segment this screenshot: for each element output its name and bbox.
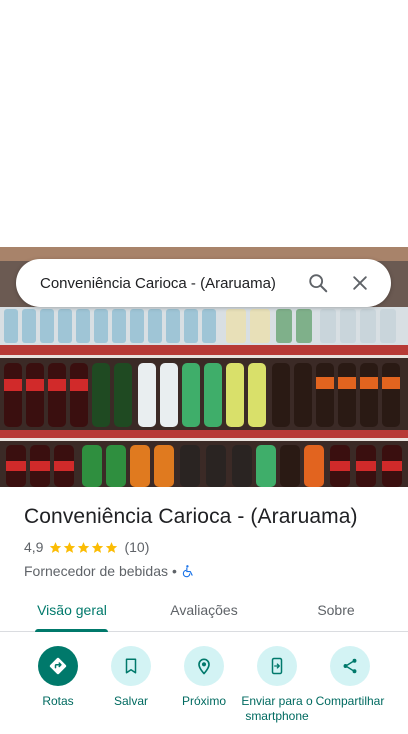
nearby-icon	[198, 658, 210, 675]
maps-place-page: Conveniência Carioca - (Araruama) Conven…	[0, 0, 408, 734]
review-count: (10)	[124, 539, 150, 555]
rating-stars	[49, 541, 119, 554]
search-bar[interactable]: Conveniência Carioca - (Araruama)	[16, 259, 391, 307]
close-icon	[353, 276, 367, 290]
directions-icon	[49, 657, 67, 675]
place-title: Conveniência Carioca - (Araruama)	[24, 505, 358, 528]
star-icon	[92, 541, 104, 553]
search-icon	[309, 274, 328, 293]
wheelchair-icon	[182, 565, 193, 578]
action-bar: Rotas Salvar Próximo Enviar para o smart…	[0, 646, 408, 734]
tab-overview[interactable]: Visão geral	[24, 588, 120, 632]
star-icon	[78, 541, 90, 553]
category-row: Fornecedor de bebidas •	[24, 563, 394, 579]
star-icon	[50, 541, 62, 553]
send-to-phone-button-circle	[257, 646, 297, 686]
separator-dot: •	[172, 563, 177, 579]
nearby-label: Próximo	[181, 694, 226, 708]
tab-about-label: Sobre	[317, 602, 355, 618]
tab-reviews-label: Avaliações	[170, 602, 238, 618]
tab-bar: Visão geral Avaliações Sobre	[0, 588, 408, 632]
save-label: Salvar	[113, 694, 148, 708]
directions-button[interactable]: Rotas	[18, 646, 98, 709]
share-button-circle	[330, 646, 370, 686]
send-to-phone-label: Enviar para o smartphone	[241, 694, 313, 723]
clear-button[interactable]	[339, 262, 381, 304]
nearby-button-circle	[184, 646, 224, 686]
star-icon	[64, 541, 76, 553]
bookmark-icon	[125, 658, 137, 674]
share-button[interactable]: Compartilhar	[310, 646, 390, 709]
place-category: Fornecedor de bebidas	[24, 563, 168, 579]
save-button-circle	[111, 646, 151, 686]
rating-value: 4,9	[24, 539, 44, 555]
star-icon	[106, 541, 118, 553]
rating-row[interactable]: 4,9 (10)	[24, 539, 394, 555]
send-to-phone-icon	[271, 657, 283, 675]
place-info: Conveniência Carioca - (Araruama) 4,9 (1…	[24, 505, 394, 579]
send-to-phone-button[interactable]: Enviar para o smartphone	[237, 646, 317, 724]
map-area[interactable]	[0, 0, 408, 247]
directions-label: Rotas	[42, 694, 74, 708]
save-button[interactable]: Salvar	[91, 646, 171, 709]
search-button[interactable]	[297, 262, 339, 304]
share-icon	[343, 658, 357, 674]
nearby-button[interactable]: Próximo	[164, 646, 244, 709]
directions-button-circle	[38, 646, 78, 686]
search-query[interactable]: Conveniência Carioca - (Araruama)	[40, 275, 297, 292]
tab-overview-label: Visão geral	[37, 602, 107, 618]
tab-reviews[interactable]: Avaliações	[156, 588, 252, 632]
active-tab-indicator	[35, 629, 108, 632]
tab-about[interactable]: Sobre	[290, 588, 382, 632]
share-label: Compartilhar	[315, 694, 385, 708]
